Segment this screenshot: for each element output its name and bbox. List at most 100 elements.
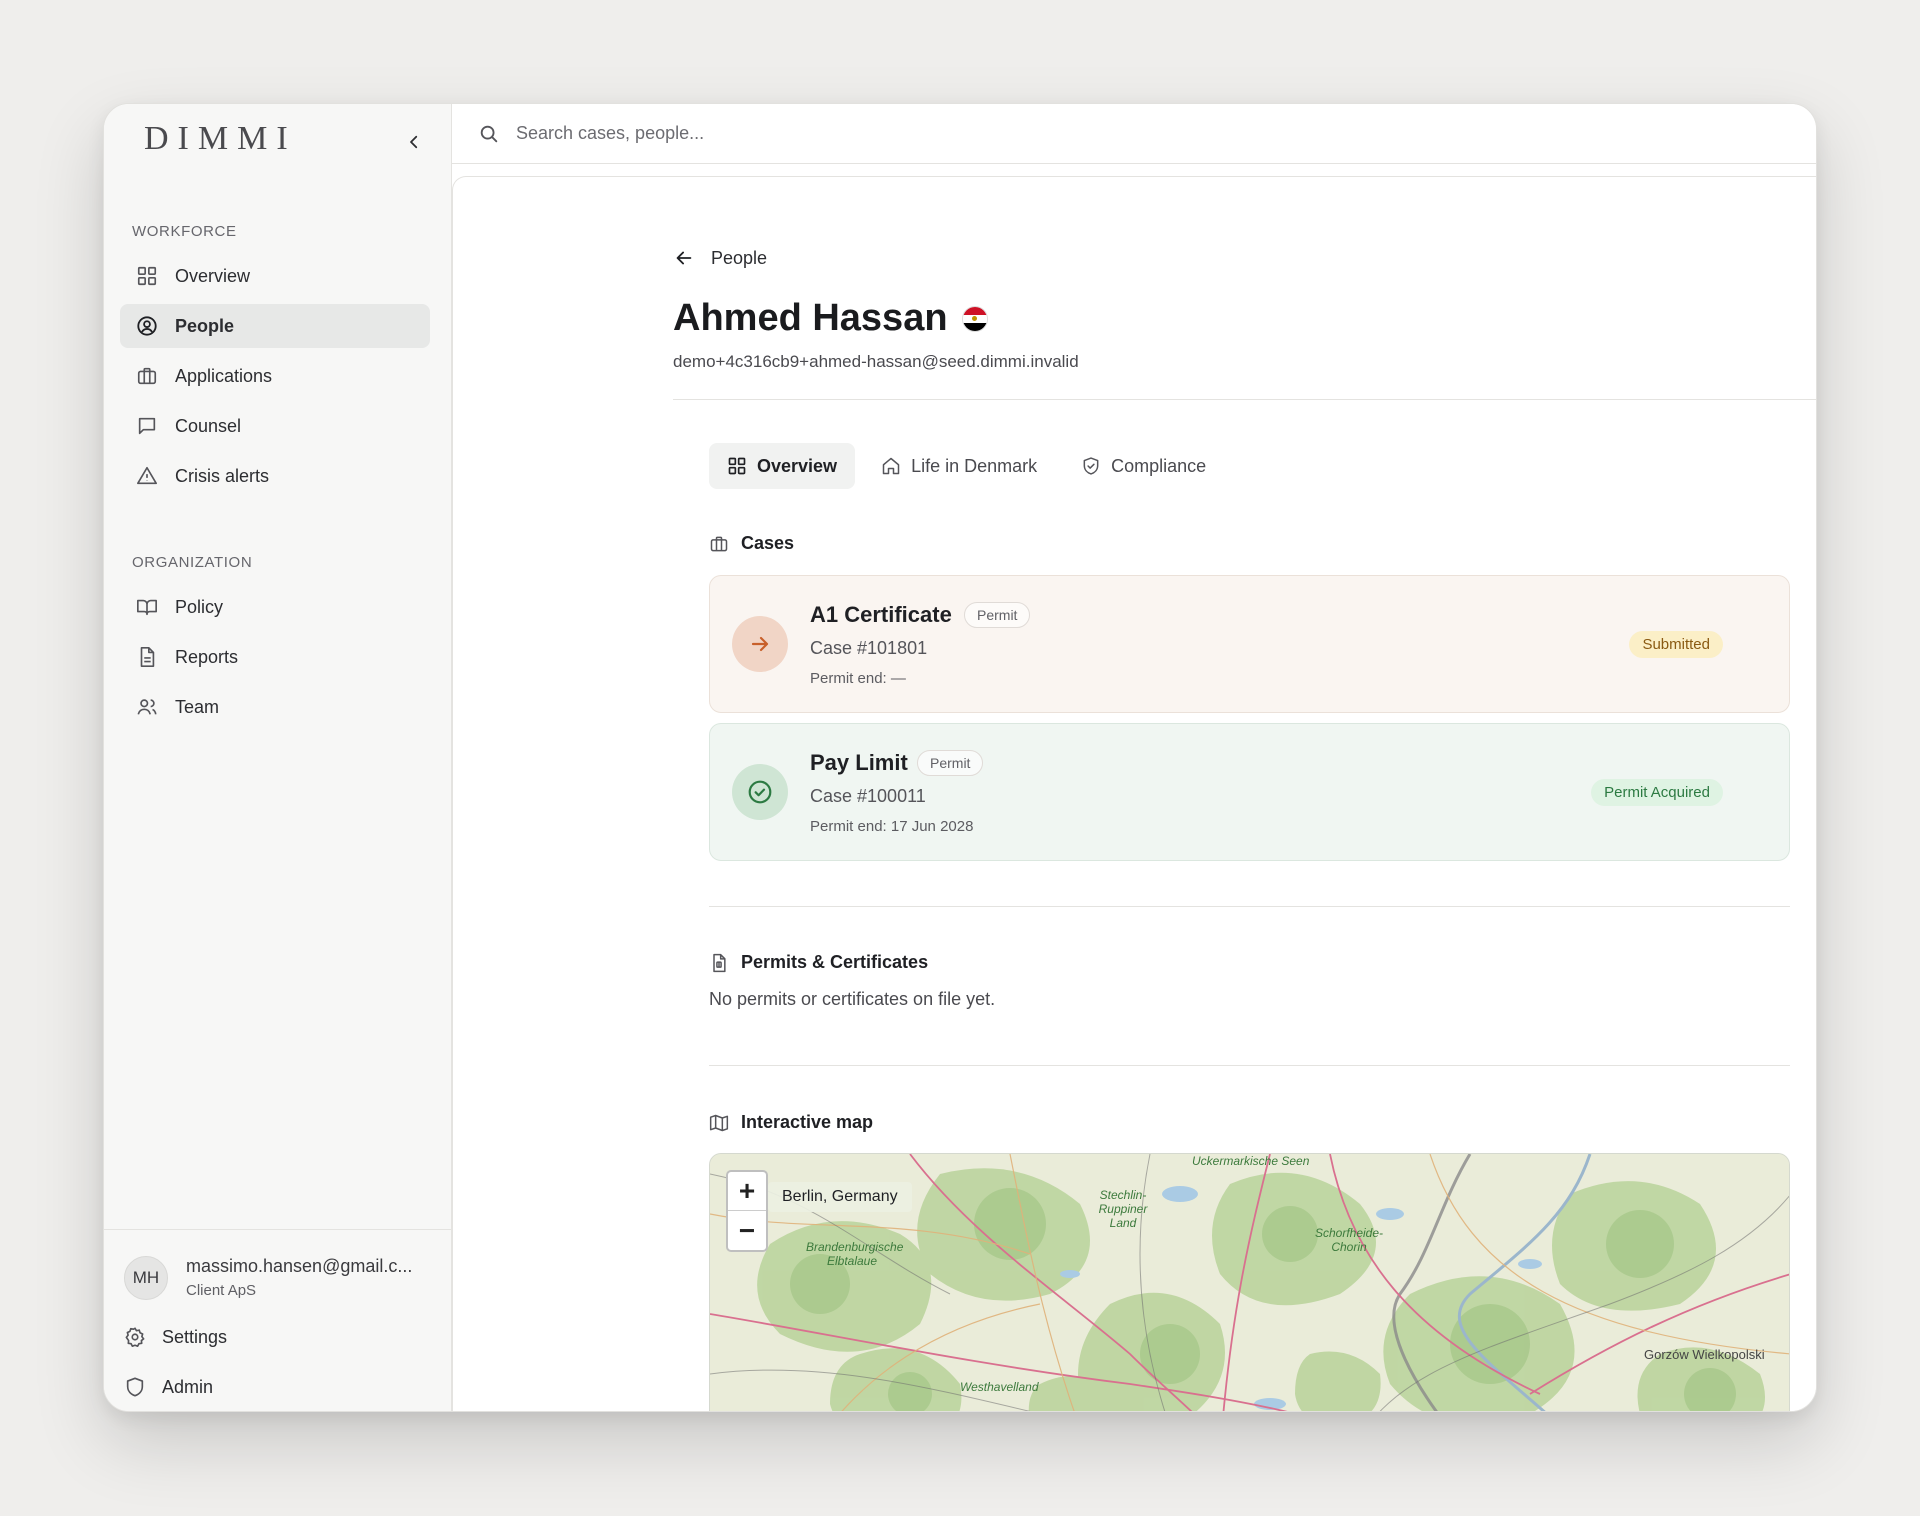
workforce-section-label: WORKFORCE: [132, 223, 237, 240]
tab-label: Life in Denmark: [911, 455, 1038, 476]
map-place-label: Westhavelland: [960, 1380, 1039, 1394]
case-title: A1 Certificate: [810, 602, 952, 627]
main-panel: People Ahmed Hassan demo+4c316cb9+ahmed-…: [452, 176, 1816, 1411]
admin-label: Admin: [162, 1376, 214, 1397]
cases-heading-label: Cases: [741, 533, 795, 553]
person-name: Ahmed Hassan: [673, 297, 948, 339]
person-email: demo+4c316cb9+ahmed-hassan@seed.dimmi.in…: [673, 352, 1079, 371]
map-place-label: Uckermarkische Seen: [1192, 1154, 1310, 1168]
sidebar-item-policy[interactable]: Policy: [120, 585, 430, 629]
shield-icon: [124, 1376, 146, 1398]
tab-life-in-denmark[interactable]: Life in Denmark: [863, 443, 1055, 489]
permits-heading: Permits & Certificates: [709, 952, 928, 973]
map-zoom-control: + −: [726, 1170, 768, 1252]
map-city-label: Gorzów Wielkopolski: [1644, 1347, 1765, 1362]
search-input[interactable]: [516, 123, 1116, 144]
sidebar-item-label: Team: [175, 696, 220, 717]
document-icon: [136, 646, 158, 668]
arrow-left-icon: [673, 247, 695, 269]
avatar[interactable]: MH: [124, 1256, 168, 1300]
case-card-pay-limit[interactable]: Pay Limit Permit Case #100011 Permit end…: [709, 723, 1790, 861]
chevron-left-icon: [410, 135, 418, 149]
chat-icon: [136, 415, 158, 437]
sidebar-item-label: Reports: [175, 646, 239, 667]
search-icon: [478, 123, 500, 145]
gear-icon: [124, 1326, 146, 1348]
sidebar-item-label: Policy: [175, 596, 224, 617]
map-place-label: Stechlin-Ruppiner Land: [1098, 1188, 1148, 1230]
home-icon: [881, 456, 901, 476]
status-badge: Permit Acquired: [1591, 779, 1723, 806]
search-bar: [452, 104, 1816, 164]
tab-label: Compliance: [1111, 455, 1207, 476]
case-card-a1-certificate[interactable]: A1 Certificate Permit Case #101801 Permi…: [709, 575, 1790, 713]
users-icon: [136, 696, 158, 718]
sidebar-item-applications[interactable]: Applications: [120, 354, 430, 398]
zoom-in-button[interactable]: +: [728, 1172, 766, 1211]
map-heading: Interactive map: [709, 1112, 873, 1133]
egypt-flag-icon: [961, 305, 988, 332]
sidebar-item-crisis-alerts[interactable]: Crisis alerts: [120, 454, 430, 498]
case-permit-end: Permit end: —: [810, 670, 906, 687]
sidebar-footer: MH massimo.hansen@gmail.c... Client ApS …: [104, 1229, 451, 1411]
tab-overview[interactable]: Overview: [709, 443, 856, 489]
check-circle-icon: [732, 764, 788, 820]
user-organization: Client ApS: [186, 1282, 257, 1299]
tab-bar: Overview Life in Denmark Compliance: [709, 443, 1224, 489]
section-divider: [709, 1065, 1790, 1066]
sidebar-item-label: Overview: [175, 265, 251, 286]
collapse-sidebar-button[interactable]: [400, 128, 428, 156]
map-icon: [709, 1113, 729, 1133]
shield-check-icon: [1081, 456, 1101, 476]
settings-label: Settings: [162, 1326, 228, 1347]
zoom-out-button[interactable]: −: [728, 1211, 766, 1250]
admin-button[interactable]: Admin: [124, 1372, 213, 1402]
cases-heading: Cases: [709, 533, 794, 554]
back-label: People: [711, 247, 768, 268]
back-to-people-link[interactable]: People: [673, 247, 767, 269]
sidebar-item-label: Counsel: [175, 415, 242, 436]
permits-empty-note: No permits or certificates on file yet.: [709, 989, 996, 1009]
map-place-label: Schorfheide-Chorin: [1314, 1226, 1384, 1254]
sidebar-item-label: People: [175, 315, 235, 336]
header-divider: [673, 399, 1816, 400]
interactive-map[interactable]: Uckermarkische Seen Stechlin-Ruppiner La…: [709, 1153, 1790, 1411]
app-window: DIMMI WORKFORCE Overview People Applicat…: [103, 103, 1817, 1412]
book-icon: [136, 596, 158, 618]
briefcase-icon: [709, 534, 729, 554]
user-circle-icon: [136, 315, 158, 337]
case-title: Pay Limit: [810, 750, 908, 775]
tab-compliance[interactable]: Compliance: [1063, 443, 1224, 489]
sidebar: DIMMI WORKFORCE Overview People Applicat…: [104, 104, 452, 1411]
map-location-label: Berlin, Germany: [768, 1182, 912, 1212]
organization-section-label: ORGANIZATION: [132, 554, 253, 571]
app-logo: DIMMI: [144, 120, 297, 157]
map-place-label: Brandenburgische Elbtalaue: [806, 1240, 904, 1268]
sidebar-item-reports[interactable]: Reports: [120, 635, 430, 679]
status-badge: Submitted: [1629, 631, 1723, 658]
map-heading-label: Interactive map: [741, 1112, 874, 1132]
arrow-right-icon: [732, 616, 788, 672]
sidebar-item-people[interactable]: People: [120, 304, 430, 348]
case-number: Case #101801: [810, 638, 928, 658]
case-type-badge: Permit: [964, 602, 1031, 628]
warning-icon: [136, 465, 158, 487]
permits-heading-label: Permits & Certificates: [741, 952, 929, 972]
grid-icon: [136, 265, 158, 287]
sidebar-item-team[interactable]: Team: [120, 685, 430, 729]
briefcase-icon: [136, 365, 158, 387]
settings-button[interactable]: Settings: [124, 1322, 227, 1352]
user-email[interactable]: massimo.hansen@gmail.c...: [186, 1256, 412, 1277]
file-certificate-icon: [709, 953, 729, 973]
sidebar-item-overview[interactable]: Overview: [120, 254, 430, 298]
page-title: Ahmed Hassan: [673, 297, 988, 340]
case-number: Case #100011: [810, 786, 926, 806]
section-divider: [709, 906, 1790, 907]
tab-label: Overview: [757, 455, 838, 476]
sidebar-item-label: Crisis alerts: [175, 465, 270, 486]
case-type-badge: Permit: [917, 750, 984, 776]
case-permit-end: Permit end: 17 Jun 2028: [810, 818, 974, 835]
grid-icon: [727, 456, 747, 476]
sidebar-item-label: Applications: [175, 365, 273, 386]
sidebar-item-counsel[interactable]: Counsel: [120, 404, 430, 448]
